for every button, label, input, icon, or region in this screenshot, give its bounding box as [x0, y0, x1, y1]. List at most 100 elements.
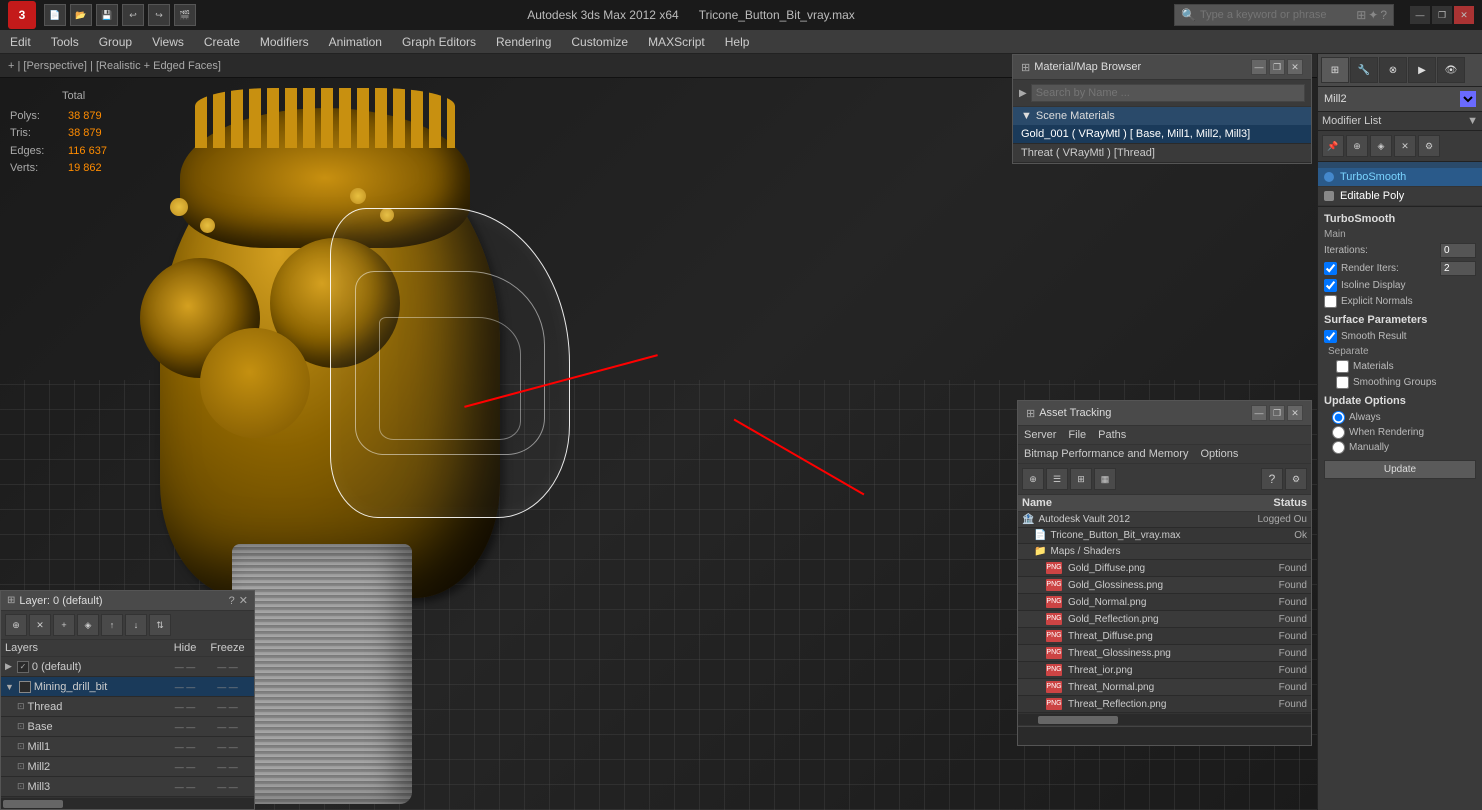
menu-edit[interactable]: Edit — [0, 32, 41, 52]
asset-toolbar-btn-3[interactable]: ⊞ — [1070, 468, 1092, 490]
explicit-normals-checkbox[interactable] — [1324, 295, 1337, 308]
material-threat[interactable]: Threat ( VRayMtl ) [Thread] — [1013, 144, 1311, 163]
layer-row-default[interactable]: ▶ ✓ 0 (default) — — — — — [1, 657, 254, 677]
layer-row-mill2[interactable]: ⊡ Mill2 — — — — — [1, 757, 254, 777]
asset-menu-file[interactable]: File — [1068, 429, 1086, 441]
render-setup-button[interactable]: 🎬 — [174, 4, 196, 26]
asset-row-gold-diffuse[interactable]: PNGGold_Diffuse.png Found — [1018, 560, 1311, 577]
asset-tracking-close[interactable]: ✕ — [1287, 405, 1303, 421]
layers-help-button[interactable]: ? — [229, 595, 235, 607]
pin-stack-button[interactable]: 📌 — [1322, 135, 1344, 157]
when-rendering-radio[interactable] — [1332, 426, 1345, 439]
materials-checkbox[interactable] — [1336, 360, 1349, 373]
close-button[interactable]: ✕ — [1454, 6, 1474, 24]
asset-menu-server[interactable]: Server — [1024, 429, 1056, 441]
redo-button[interactable]: ↪ — [148, 4, 170, 26]
asset-row-gold-glossiness[interactable]: PNGGold_Glossiness.png Found — [1018, 577, 1311, 594]
layer-row-mill3[interactable]: ⊡ Mill3 — — — — — [1, 777, 254, 797]
material-search-input[interactable] — [1031, 84, 1305, 102]
search-help-icon[interactable]: ? — [1380, 8, 1387, 22]
remove-modifier-button[interactable]: ✕ — [1394, 135, 1416, 157]
asset-row-gold-reflection[interactable]: PNGGold_Reflection.png Found — [1018, 611, 1311, 628]
menu-modifiers[interactable]: Modifiers — [250, 32, 319, 52]
asset-tracking-maximize[interactable]: ❐ — [1269, 405, 1285, 421]
menu-rendering[interactable]: Rendering — [486, 32, 561, 52]
layer-row-mill1[interactable]: ⊡ Mill1 — — — — — [1, 737, 254, 757]
material-browser-maximize[interactable]: ❐ — [1269, 59, 1285, 75]
scene-materials-header[interactable]: ▼ Scene Materials — [1013, 107, 1311, 125]
make-unique-button[interactable]: ◈ — [1370, 135, 1392, 157]
save-button[interactable]: 💾 — [96, 4, 118, 26]
search-box[interactable]: 🔍 ⊞ ✦ ? — [1174, 4, 1394, 26]
menu-customize[interactable]: Customize — [561, 32, 638, 52]
asset-row-maxfile[interactable]: 📄Tricone_Button_Bit_vray.max Ok — [1018, 528, 1311, 544]
asset-path-input[interactable] — [1018, 726, 1311, 742]
update-button[interactable]: Update — [1324, 460, 1476, 479]
menu-create[interactable]: Create — [194, 32, 250, 52]
layer-mining-check[interactable] — [19, 681, 31, 693]
menu-tools[interactable]: Tools — [41, 32, 89, 52]
smooth-result-checkbox[interactable] — [1324, 330, 1337, 343]
material-browser-close[interactable]: ✕ — [1287, 59, 1303, 75]
layer-tool-2[interactable]: ✕ — [29, 614, 51, 636]
object-color-picker[interactable] — [1460, 91, 1476, 107]
material-gold-001[interactable]: Gold_001 ( VRayMtl ) [ Base, Mill1, Mill… — [1013, 125, 1311, 144]
layer-row-mining[interactable]: ▼ Mining_drill_bit — — — — — [1, 677, 254, 697]
asset-row-threat-reflection[interactable]: PNGThreat_Reflection.png Found — [1018, 696, 1311, 713]
cmd-display-icon[interactable]: 👁 — [1437, 57, 1465, 83]
modifier-editable-poly[interactable]: Editable Poly — [1318, 187, 1482, 206]
layers-scroll-thumb[interactable] — [3, 800, 63, 808]
asset-toolbar-btn-2[interactable]: ☰ — [1046, 468, 1068, 490]
asset-row-threat-diffuse[interactable]: PNGThreat_Diffuse.png Found — [1018, 628, 1311, 645]
asset-toolbar-btn-1[interactable]: ⊕ — [1022, 468, 1044, 490]
asset-h-scrollbar[interactable] — [1018, 713, 1311, 725]
asset-row-gold-normal[interactable]: PNGGold_Normal.png Found — [1018, 594, 1311, 611]
cmd-create-icon[interactable]: ⊞ — [1321, 57, 1349, 83]
material-browser-minimize[interactable]: — — [1251, 59, 1267, 75]
menu-maxscript[interactable]: MAXScript — [638, 32, 715, 52]
iterations-input[interactable] — [1440, 243, 1476, 258]
asset-toolbar-help[interactable]: ? — [1261, 468, 1283, 490]
modifier-list-dropdown-icon[interactable]: ▼ — [1467, 115, 1478, 127]
layer-default-check[interactable]: ✓ — [17, 661, 29, 673]
menu-group[interactable]: Group — [89, 32, 142, 52]
layer-tool-1[interactable]: ⊕ — [5, 614, 27, 636]
menu-animation[interactable]: Animation — [319, 32, 392, 52]
asset-scrollbar-thumb[interactable] — [1038, 716, 1118, 724]
layer-row-base[interactable]: ⊡ Base — — — — — [1, 717, 254, 737]
search-input[interactable] — [1200, 9, 1354, 21]
asset-toolbar-btn-4[interactable]: ▦ — [1094, 468, 1116, 490]
layer-tool-7[interactable]: ⇅ — [149, 614, 171, 636]
asset-tracking-minimize[interactable]: — — [1251, 405, 1267, 421]
asset-row-threat-normal[interactable]: PNGThreat_Normal.png Found — [1018, 679, 1311, 696]
render-iters-checkbox[interactable] — [1324, 262, 1337, 275]
layer-tool-3[interactable]: + — [53, 614, 75, 636]
layer-tool-5[interactable]: ↑ — [101, 614, 123, 636]
modifier-turbosmooth[interactable]: TurboSmooth — [1318, 168, 1482, 187]
layer-row-thread[interactable]: ⊡ Thread — — — — — [1, 697, 254, 717]
layer-tool-4[interactable]: ◈ — [77, 614, 99, 636]
layers-close-button[interactable]: ✕ — [239, 594, 248, 607]
asset-row-vault[interactable]: 🏦Autodesk Vault 2012 Logged Ou — [1018, 512, 1311, 528]
configure-button[interactable]: ⚙ — [1418, 135, 1440, 157]
asset-row-threat-ior[interactable]: PNGThreat_ior.png Found — [1018, 662, 1311, 679]
always-radio[interactable] — [1332, 411, 1345, 424]
isoline-checkbox[interactable] — [1324, 279, 1337, 292]
menu-help[interactable]: Help — [715, 32, 760, 52]
asset-menu-options[interactable]: Options — [1200, 448, 1238, 460]
new-button[interactable]: 📄 — [44, 4, 66, 26]
layers-scrollbar[interactable] — [1, 797, 254, 809]
cmd-hierarchy-icon[interactable]: ⊗ — [1379, 57, 1407, 83]
menu-graph-editors[interactable]: Graph Editors — [392, 32, 486, 52]
show-result-button[interactable]: ⊕ — [1346, 135, 1368, 157]
smoothing-groups-checkbox[interactable] — [1336, 376, 1349, 389]
open-button[interactable]: 📂 — [70, 4, 92, 26]
manually-radio[interactable] — [1332, 441, 1345, 454]
search-extra2-icon[interactable]: ✦ — [1368, 8, 1378, 22]
menu-views[interactable]: Views — [142, 32, 194, 52]
asset-menu-paths[interactable]: Paths — [1098, 429, 1126, 441]
minimize-button[interactable]: — — [1410, 6, 1430, 24]
layer-tool-6[interactable]: ↓ — [125, 614, 147, 636]
asset-row-maps-folder[interactable]: 📁Maps / Shaders — [1018, 544, 1311, 560]
asset-menu-bitmap[interactable]: Bitmap Performance and Memory — [1024, 448, 1188, 460]
